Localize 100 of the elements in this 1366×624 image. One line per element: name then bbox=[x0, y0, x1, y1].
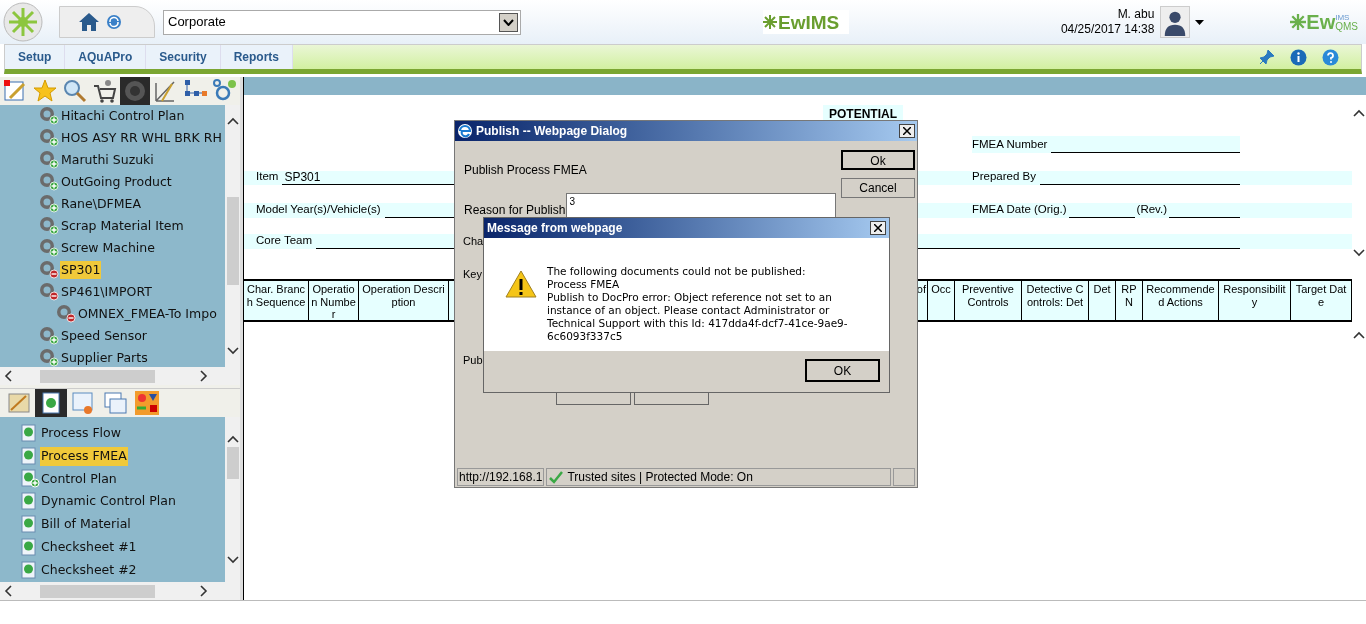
message-text: Publish to DocPro error: Object reference not set to an instance of an object. Please contact Administrator or Technical Support with this Id: 417dda4f-dcf7-41ce-9ae9-6c6093f337c5 bbox=[547, 291, 849, 343]
form-title: POTENTIAL bbox=[823, 105, 903, 121]
menu-tab[interactable]: Security bbox=[146, 45, 221, 69]
column-header: Occ bbox=[931, 283, 951, 297]
scroll-up-icon[interactable] bbox=[1353, 109, 1365, 117]
scroll-thumb[interactable] bbox=[40, 584, 155, 598]
scroll-up-icon[interactable] bbox=[226, 117, 239, 125]
scroll-down-icon[interactable] bbox=[226, 347, 239, 355]
field-label: Core Team bbox=[256, 232, 313, 248]
dialog-title: Publish -- Webpage Dialog bbox=[476, 123, 628, 140]
tree-item[interactable]: SP461\IMPORT bbox=[60, 282, 153, 302]
company-select[interactable]: Corporate bbox=[163, 9, 521, 35]
scroll-up-icon[interactable] bbox=[1353, 331, 1365, 339]
app-logo: EwIMS bbox=[763, 10, 849, 34]
field-label: Key bbox=[463, 266, 482, 282]
tree-item[interactable]: OMNEX_FMEA-To Impo bbox=[77, 304, 218, 324]
pin-icon[interactable] bbox=[1259, 49, 1275, 65]
gear-icon[interactable] bbox=[38, 238, 60, 258]
menu-tab[interactable]: AQuAPro bbox=[65, 45, 147, 69]
tree-item[interactable]: SP301 bbox=[60, 260, 102, 280]
document-icon[interactable] bbox=[35, 389, 67, 417]
browser-icon bbox=[457, 123, 473, 139]
info-icon[interactable] bbox=[1290, 48, 1307, 66]
status-url: http://192.168.1 bbox=[457, 467, 545, 486]
field-label: Cha bbox=[463, 234, 484, 249]
gear-icon[interactable] bbox=[38, 128, 60, 148]
gear-icon[interactable] bbox=[55, 304, 77, 324]
refresh-icon[interactable] bbox=[106, 14, 122, 30]
gear-icon[interactable] bbox=[38, 194, 60, 214]
scroll-left-icon[interactable] bbox=[4, 370, 12, 382]
menu-tab[interactable]: Setup bbox=[5, 45, 66, 69]
tree-item[interactable]: Speed Sensor bbox=[60, 326, 148, 346]
scroll-up-icon[interactable] bbox=[226, 435, 239, 443]
document-item[interactable]: Process FMEA bbox=[40, 446, 128, 466]
tree-item[interactable]: OutGoing Product bbox=[60, 172, 173, 192]
field-label: Item bbox=[256, 168, 279, 184]
gear-icon[interactable] bbox=[38, 348, 60, 367]
help-icon[interactable] bbox=[1322, 48, 1339, 66]
gear-icon[interactable] bbox=[38, 172, 60, 192]
field-label: (Rev.) bbox=[1136, 201, 1168, 217]
home-icon[interactable] bbox=[78, 12, 100, 32]
check-icon bbox=[549, 469, 564, 484]
caret-icon[interactable] bbox=[1195, 19, 1205, 25]
dialog-heading: Publish Process FMEA bbox=[464, 162, 587, 179]
scroll-thumb[interactable] bbox=[40, 369, 155, 383]
sunburst-icon bbox=[1290, 14, 1307, 30]
tree-item[interactable]: Screw Machine bbox=[60, 238, 156, 258]
gear-icon[interactable] bbox=[38, 150, 60, 170]
close-button[interactable] bbox=[870, 221, 886, 235]
gear-icon[interactable] bbox=[38, 216, 60, 236]
scroll-down-icon[interactable] bbox=[1353, 249, 1365, 257]
field-label: Prepared By bbox=[972, 168, 1036, 184]
scroll-right-icon[interactable] bbox=[200, 370, 208, 382]
dialog-title: Message from webpage bbox=[487, 220, 623, 237]
column-header: RPN bbox=[1120, 283, 1138, 310]
document-item[interactable]: Checksheet #2 bbox=[40, 560, 138, 580]
tree-item[interactable]: Rane\DFMEA bbox=[60, 194, 142, 214]
field-label: FMEA Number bbox=[972, 136, 1048, 152]
document-item[interactable]: Control Plan bbox=[40, 469, 118, 489]
column-header: Detective Controls: Det bbox=[1025, 283, 1085, 310]
ok-button[interactable]: OK bbox=[805, 359, 880, 382]
warning-icon bbox=[505, 270, 537, 298]
avatar-icon[interactable] bbox=[1160, 6, 1191, 38]
field-label: FMEA Date (Orig.) bbox=[972, 201, 1067, 217]
gear-icon[interactable] bbox=[38, 106, 60, 126]
scroll-left-icon[interactable] bbox=[4, 585, 12, 597]
scroll-right-icon[interactable] bbox=[200, 585, 208, 597]
user-name: M. abu bbox=[1117, 7, 1155, 22]
column-header: Preventive Controls bbox=[961, 283, 1015, 310]
document-item[interactable]: Bill of Material bbox=[40, 515, 132, 534]
column-header: Responsibility bbox=[1222, 283, 1287, 310]
scroll-thumb[interactable] bbox=[226, 197, 239, 285]
dialog-button[interactable]: Cancel bbox=[841, 178, 915, 198]
document-item[interactable]: Dynamic Control Plan bbox=[40, 492, 177, 512]
tree-item[interactable]: HOS ASY RR WHL BRK RH bbox=[60, 128, 223, 148]
column-header: Recommended Actions bbox=[1145, 283, 1216, 310]
tree-item[interactable]: Supplier Parts bbox=[60, 348, 149, 367]
gear-icon[interactable] bbox=[38, 326, 60, 346]
scroll-thumb[interactable] bbox=[226, 447, 239, 479]
close-button[interactable] bbox=[899, 124, 915, 138]
document-item[interactable]: Checksheet #1 bbox=[40, 538, 138, 557]
tree-item[interactable]: Scrap Material Item bbox=[60, 216, 185, 236]
dialog-button[interactable]: Ok bbox=[841, 150, 915, 170]
scroll-down-icon[interactable] bbox=[226, 556, 239, 564]
column-header: Char. Branch Sequence bbox=[244, 281, 309, 320]
field-label: Reason for Publish bbox=[464, 202, 566, 219]
document-item[interactable]: Process Flow bbox=[40, 424, 122, 443]
column-header: Operation Number bbox=[309, 281, 359, 320]
sunburst-icon bbox=[763, 15, 777, 29]
gear-icon[interactable] bbox=[38, 282, 60, 302]
message-text: Process FMEA bbox=[547, 278, 621, 291]
column-header: Target Date bbox=[1294, 283, 1348, 310]
tree-item[interactable]: Hitachi Control Plan bbox=[60, 106, 186, 126]
tree-item[interactable]: Maruthi Suzuki bbox=[60, 150, 155, 170]
menu-tab[interactable]: Reports bbox=[220, 45, 294, 69]
message-text: The following documents could not be published: bbox=[547, 265, 807, 278]
status-zone: Trusted sites | Protected Mode: On bbox=[567, 468, 753, 486]
close-icon bbox=[874, 224, 882, 232]
date-time: 04/25/2017 14:38 bbox=[1060, 22, 1155, 37]
gear-icon[interactable] bbox=[38, 260, 60, 280]
